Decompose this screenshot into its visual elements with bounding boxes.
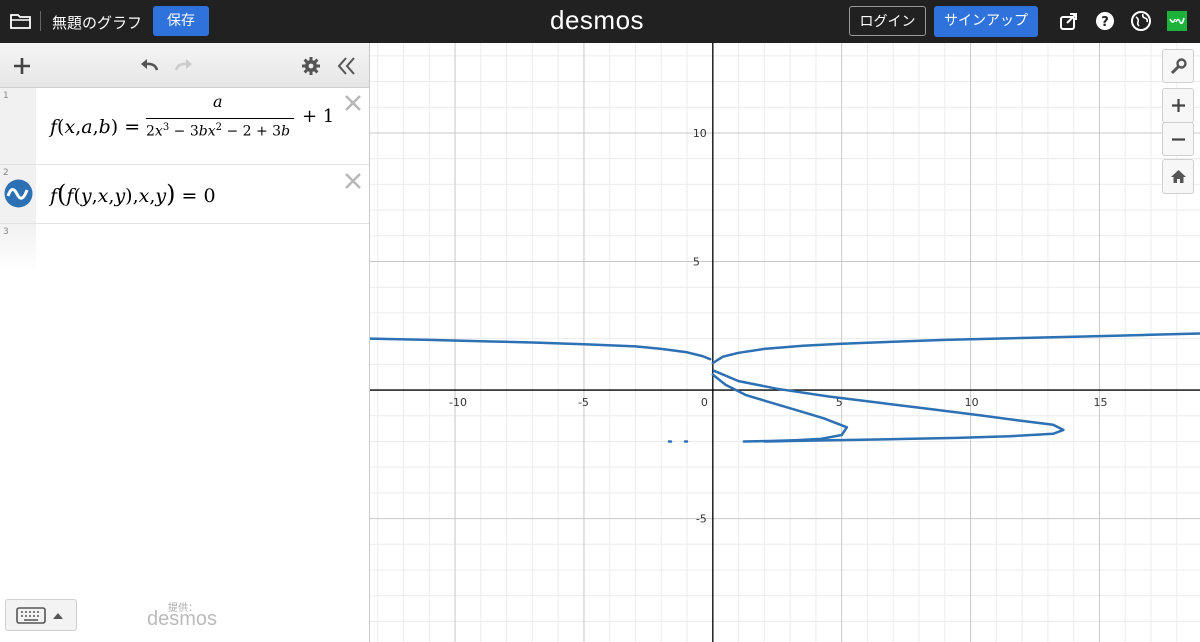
expression-gutter: 2 bbox=[0, 165, 36, 223]
expression-number: 2 bbox=[3, 168, 9, 178]
keypad-toggle-button[interactable] bbox=[5, 599, 77, 631]
svg-text:?: ? bbox=[1101, 15, 1109, 30]
login-button[interactable]: ログイン bbox=[849, 6, 926, 36]
plus-icon bbox=[1172, 99, 1185, 112]
collapse-panel-chevron-icon[interactable] bbox=[335, 54, 359, 78]
x-tick-label: -10 bbox=[449, 396, 467, 409]
help-icon[interactable]: ? bbox=[1094, 10, 1116, 32]
header-divider bbox=[40, 11, 41, 31]
open-graphs-folder-icon[interactable] bbox=[9, 9, 33, 33]
save-button[interactable]: 保存 bbox=[153, 6, 209, 36]
expression-1-math[interactable]: f(x,a,b) = a 2x3 − 3bx2 − 2 + 3b + 1 bbox=[50, 92, 340, 158]
y-tick-label: 10 bbox=[693, 127, 707, 140]
language-globe-icon[interactable] bbox=[1130, 10, 1152, 32]
share-icon[interactable] bbox=[1058, 10, 1080, 32]
expression-row-3-empty[interactable]: 3 bbox=[0, 224, 369, 272]
signup-button[interactable]: サインアップ bbox=[934, 6, 1038, 37]
graph-canvas[interactable]: -10 -5 0 5 10 15 10 5 -5 bbox=[370, 43, 1200, 642]
expression-panel: 1 f(x,a,b) = a 2x3 − 3bx2 − 2 + 3b + 1 2… bbox=[0, 43, 370, 642]
caret-up-icon bbox=[53, 613, 63, 619]
undo-icon[interactable] bbox=[137, 54, 161, 78]
zoom-in-button[interactable] bbox=[1162, 88, 1194, 123]
delete-expression-icon[interactable] bbox=[343, 171, 363, 191]
wrench-icon bbox=[1170, 58, 1187, 75]
expression-gutter: 3 bbox=[0, 224, 36, 272]
powered-by-desmos-logo: desmos bbox=[147, 608, 218, 630]
expression-number: 3 bbox=[3, 227, 9, 237]
minus-icon bbox=[1172, 138, 1185, 141]
settings-gear-icon[interactable] bbox=[299, 54, 323, 78]
graph-title[interactable]: 無題のグラフ bbox=[52, 12, 142, 33]
graph-paper[interactable]: -10 -5 0 5 10 15 10 5 -5 bbox=[370, 43, 1200, 642]
home-icon bbox=[1171, 170, 1186, 183]
zoom-out-button[interactable] bbox=[1162, 122, 1194, 156]
expression-2-math[interactable]: f(f(y,x,y),x,y) = 0 bbox=[50, 180, 330, 214]
add-item-plus-icon[interactable] bbox=[10, 54, 34, 78]
curve-branch-3 bbox=[711, 373, 849, 443]
redo-icon[interactable] bbox=[172, 54, 196, 78]
x-tick-label: 10 bbox=[965, 396, 979, 409]
x-tick-label: -5 bbox=[578, 396, 589, 409]
graph-settings-button[interactable] bbox=[1162, 49, 1194, 83]
x-tick-label: 15 bbox=[1093, 396, 1107, 409]
expression-toolbar bbox=[0, 43, 369, 88]
desmos-logo: desmos bbox=[550, 5, 645, 35]
y-tick-label: -5 bbox=[696, 513, 707, 526]
tick-labels: -10 -5 0 5 10 15 10 5 -5 bbox=[449, 127, 1107, 526]
curve-branch-1 bbox=[370, 337, 712, 361]
curve-branch-4 bbox=[712, 369, 1065, 443]
implicit-curve[interactable] bbox=[370, 332, 1200, 443]
top-bar: 無題のグラフ 保存 desmos ログイン サインアップ ? bbox=[0, 0, 1200, 43]
x-tick-label: 0 bbox=[701, 396, 708, 409]
user-avatar-icon[interactable] bbox=[1166, 10, 1188, 32]
delete-expression-icon[interactable] bbox=[343, 93, 363, 113]
graph-style-wave-icon[interactable] bbox=[4, 179, 33, 208]
expression-row-1[interactable]: 1 f(x,a,b) = a 2x3 − 3bx2 − 2 + 3b + 1 bbox=[0, 88, 369, 165]
keyboard-icon bbox=[16, 607, 46, 624]
default-viewport-button[interactable] bbox=[1162, 159, 1194, 194]
y-tick-label: 5 bbox=[693, 256, 700, 269]
expression-gutter: 1 bbox=[0, 88, 36, 164]
curve-branch-2 bbox=[711, 332, 1200, 365]
expression-row-2[interactable]: 2 f(f(y,x,y),x,y) = 0 bbox=[0, 165, 369, 224]
expression-number: 1 bbox=[3, 91, 9, 101]
